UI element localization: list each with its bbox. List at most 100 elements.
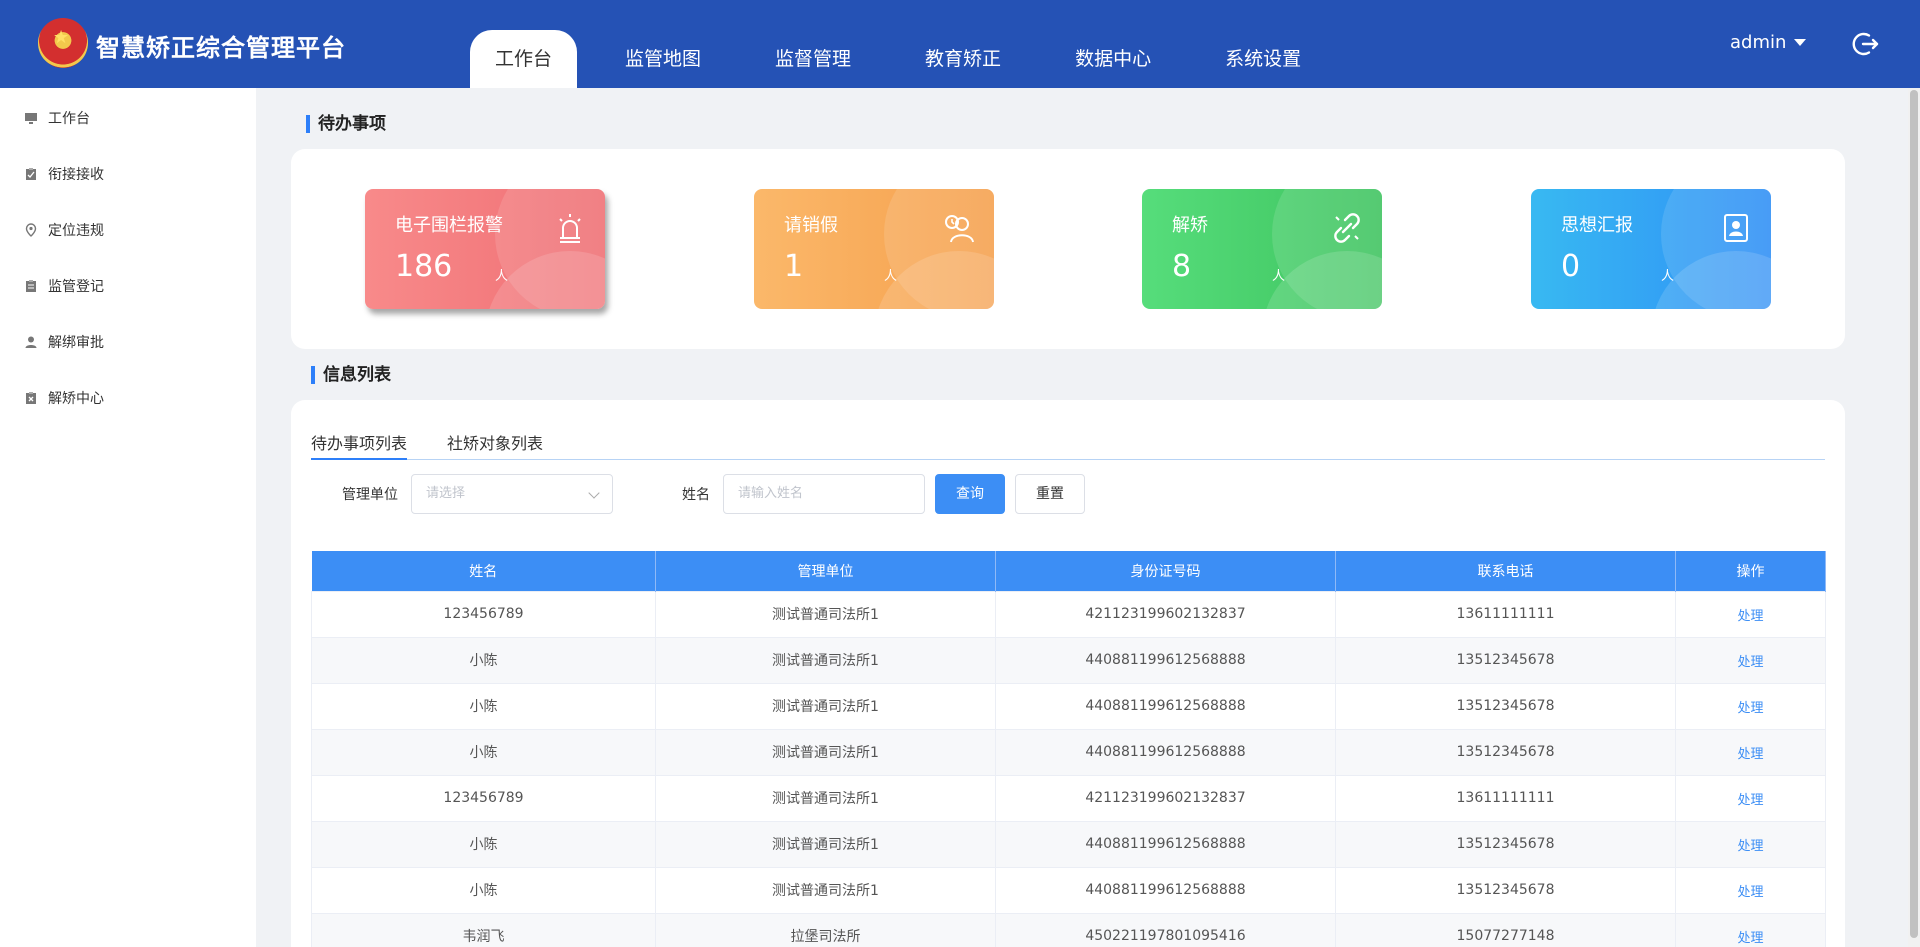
filter-unit-label: 管理单位 xyxy=(342,487,398,503)
process-link[interactable]: 处理 xyxy=(1675,866,1826,914)
nav-data-center[interactable]: 数据中心 xyxy=(1049,30,1177,88)
nav-supervision-management[interactable]: 监督管理 xyxy=(749,30,877,88)
nav-education-correction[interactable]: 教育矫正 xyxy=(899,30,1027,88)
cell-phone: 13512345678 xyxy=(1335,636,1676,684)
filter-name-label: 姓名 xyxy=(682,487,710,503)
app-title: 智慧矫正综合管理平台 xyxy=(96,34,346,62)
table-header-row: 姓名 管理单位 身份证号码 联系电话 操作 xyxy=(311,551,1826,591)
card-count: 8 xyxy=(1172,249,1192,284)
alarm-light-icon xyxy=(559,214,581,243)
sidebar-item-label: 工作台 xyxy=(48,111,90,127)
chevron-down-icon xyxy=(588,487,600,499)
emblem-logo: ★ xyxy=(38,18,88,68)
table-row: 小陈 测试普通司法所1 440881199612568888 13512345678 处… xyxy=(311,682,1826,730)
unlink-icon xyxy=(1334,213,1360,243)
cell-phone: 15077277148 xyxy=(1335,912,1676,947)
table-row: 123456789 测试普通司法所1 421123199602132837 13611… xyxy=(311,774,1826,822)
cell-name: 韦润飞 xyxy=(311,912,656,947)
cell-unit: 测试普通司法所1 xyxy=(655,636,996,684)
sidebar-item-label: 解矫中心 xyxy=(48,391,104,407)
sidebar-item-handover[interactable]: 衔接接收 xyxy=(24,162,104,186)
nav-supervision-map[interactable]: 监管地图 xyxy=(599,30,727,88)
sidebar-item-label: 衔接接收 xyxy=(48,167,104,183)
cell-id-number: 440881199612568888 xyxy=(995,820,1336,868)
scrollbar-thumb[interactable] xyxy=(1910,90,1918,938)
sidebar-item-location-violation[interactable]: 定位违规 xyxy=(24,218,104,242)
card-unit: 人 xyxy=(884,269,898,284)
user-icon xyxy=(25,336,37,348)
process-link[interactable]: 处理 xyxy=(1675,774,1826,822)
process-link[interactable]: 处理 xyxy=(1675,912,1826,947)
nav-workbench[interactable]: 工作台 xyxy=(470,30,578,88)
reset-button[interactable]: 重置 xyxy=(1015,474,1085,514)
main-nav: 工作台 监管地图 监督管理 教育矫正 数据中心 系统设置 xyxy=(470,30,1349,88)
cell-id-number: 421123199602132837 xyxy=(995,590,1336,638)
cell-phone: 13512345678 xyxy=(1335,820,1676,868)
cell-id-number: 440881199612568888 xyxy=(995,728,1336,776)
sidebar-item-release-center[interactable]: 解矫中心 xyxy=(24,386,104,410)
table-row: 韦润飞 拉堡司法所 450221197801095416 15077277148 处理 xyxy=(311,912,1826,947)
card-thought-report[interactable]: 思想汇报 0 人 xyxy=(1531,189,1771,309)
user-menu[interactable]: admin xyxy=(1730,32,1807,53)
column-header-id-number: 身份证号码 xyxy=(995,551,1336,591)
top-header: ★ 智慧矫正综合管理平台 工作台 监管地图 监督管理 教育矫正 数据中心 系统设… xyxy=(0,0,1920,88)
sidebar-item-supervision-register[interactable]: 监管登记 xyxy=(24,274,104,298)
sidebar-item-unbind-approval[interactable]: 解绑审批 xyxy=(24,330,104,354)
process-link[interactable]: 处理 xyxy=(1675,728,1826,776)
sidebar-item-label: 监管登记 xyxy=(48,279,104,295)
tab-correction-object-list[interactable]: 社矫对象列表 xyxy=(447,430,543,460)
cell-phone: 13611111111 xyxy=(1335,590,1676,638)
cell-id-number: 440881199612568888 xyxy=(995,866,1336,914)
name-input-placeholder: 请输入姓名 xyxy=(738,486,804,501)
process-link[interactable]: 处理 xyxy=(1675,682,1826,730)
unit-select-placeholder: 请选择 xyxy=(426,486,466,501)
process-link[interactable]: 处理 xyxy=(1675,590,1826,638)
process-link[interactable]: 处理 xyxy=(1675,820,1826,868)
card-release[interactable]: 解矫 8 人 xyxy=(1142,189,1382,309)
page-scrollbar[interactable] xyxy=(1908,88,1920,947)
name-input[interactable]: 请输入姓名 xyxy=(723,474,925,514)
sidebar-item-label: 解绑审批 xyxy=(48,335,104,351)
sidebar: 工作台 衔接接收 定位违规 监管登记 解绑审批 解矫中心 xyxy=(0,88,256,947)
section-title-info-list: 信息列表 xyxy=(311,366,391,384)
table-row: 123456789 测试普通司法所1 421123199602132837 13611… xyxy=(311,590,1826,638)
location-pin-icon xyxy=(25,223,37,237)
card-geofence-alarm[interactable]: 电子围栏报警 186 人 xyxy=(365,189,605,309)
cell-phone: 13611111111 xyxy=(1335,774,1676,822)
clipboard-icon xyxy=(26,280,36,292)
pending-table: 姓名 管理单位 身份证号码 联系电话 操作 123456789 测试普通司法所1 4… xyxy=(311,551,1826,947)
card-leave-request[interactable]: 请销假 1 人 xyxy=(754,189,994,309)
card-label: 思想汇报 xyxy=(1561,215,1633,236)
username: admin xyxy=(1730,32,1787,53)
card-label: 请销假 xyxy=(784,215,838,236)
table-row: 小陈 测试普通司法所1 440881199612568888 13512345678 处… xyxy=(311,728,1826,776)
cell-name: 123456789 xyxy=(311,774,656,822)
column-header-action: 操作 xyxy=(1675,551,1826,591)
query-button[interactable]: 查询 xyxy=(935,474,1005,514)
card-count: 0 xyxy=(1561,249,1581,284)
cell-phone: 13512345678 xyxy=(1335,682,1676,730)
tab-pending-list[interactable]: 待办事项列表 xyxy=(311,430,408,460)
sidebar-item-label: 定位违规 xyxy=(48,223,104,239)
sidebar-item-workbench[interactable]: 工作台 xyxy=(24,106,90,130)
process-link[interactable]: 处理 xyxy=(1675,636,1826,684)
monitor-icon xyxy=(25,113,37,124)
card-unit: 人 xyxy=(1272,269,1286,284)
nav-system-settings[interactable]: 系统设置 xyxy=(1199,30,1327,88)
column-header-phone: 联系电话 xyxy=(1335,551,1676,591)
cell-name: 123456789 xyxy=(311,590,656,638)
logout-icon[interactable] xyxy=(1852,30,1880,58)
cell-name: 小陈 xyxy=(311,636,656,684)
card-unit: 人 xyxy=(495,269,509,284)
card-count: 186 xyxy=(395,249,453,284)
report-book-icon xyxy=(1724,214,1748,242)
chevron-down-icon xyxy=(1794,39,1807,46)
section-title-pending: 待办事项 xyxy=(306,115,386,133)
unit-select[interactable]: 请选择 xyxy=(411,474,613,514)
cell-unit: 拉堡司法所 xyxy=(655,912,996,947)
table-row: 小陈 测试普通司法所1 440881199612568888 13512345678 处… xyxy=(311,820,1826,868)
cell-name: 小陈 xyxy=(311,682,656,730)
cell-id-number: 440881199612568888 xyxy=(995,682,1336,730)
card-label: 解矫 xyxy=(1172,215,1208,236)
cell-name: 小陈 xyxy=(311,866,656,914)
